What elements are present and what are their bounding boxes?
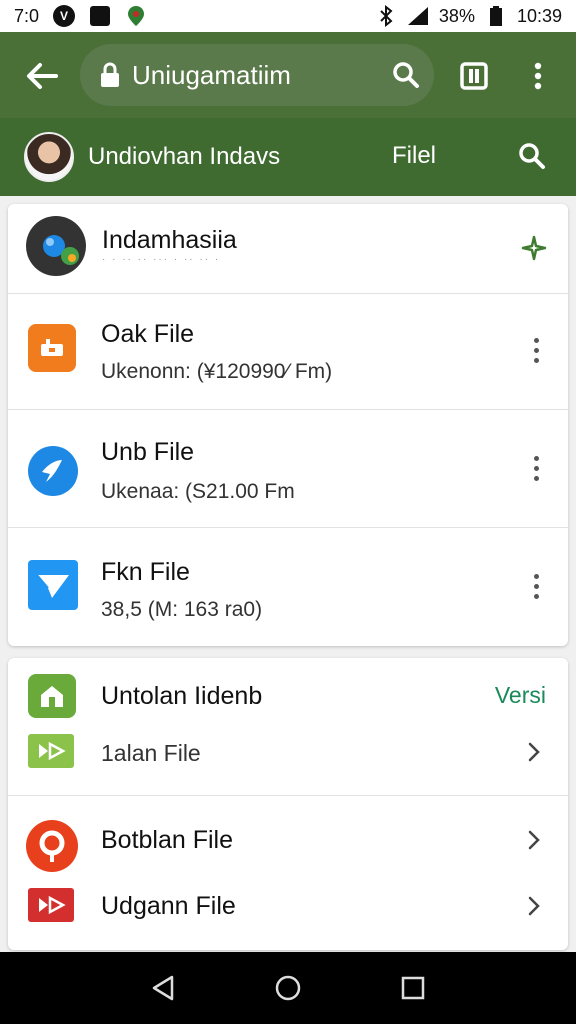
- section-items: Botblan File Udgann File: [8, 796, 568, 950]
- file-detail: Ukenaa: (S21.00 Fm: [101, 480, 295, 503]
- search-icon: [519, 143, 545, 169]
- chevron-right-icon[interactable]: [522, 894, 546, 918]
- square-recents-icon: [402, 976, 425, 1000]
- chevron-right-icon[interactable]: [522, 828, 546, 852]
- list-item[interactable]: Fkn File 38,5 (M: 163 ra0): [8, 528, 568, 646]
- browser-toolbar: Uniugamatiim: [0, 32, 576, 118]
- section-card: Untolan Iidenb Versi 1alan File Botblan …: [8, 658, 568, 950]
- item-name[interactable]: Botblan File: [101, 826, 233, 855]
- overflow-menu-button[interactable]: [518, 54, 558, 98]
- green-play-icon: [28, 734, 74, 768]
- location-icon: [125, 5, 147, 27]
- home-icon: [28, 674, 76, 718]
- blue-circle-icon: [28, 446, 78, 496]
- card-header-subtitle: · · ·· ·· ··· · ·· ·· ·: [102, 254, 221, 265]
- nav-recents-button[interactable]: [391, 966, 435, 1010]
- gallery-icon: [89, 5, 111, 27]
- signal-icon: [407, 5, 429, 27]
- app-bar: Uniugamatiim Undiovhan Indavs Filel: [0, 32, 576, 196]
- nav-home-button[interactable]: [266, 966, 310, 1010]
- item-menu-button[interactable]: [524, 328, 548, 372]
- item-menu-button[interactable]: [524, 564, 548, 608]
- lock-icon: [101, 62, 119, 87]
- tabs-icon: [460, 62, 488, 90]
- search-icon[interactable]: [392, 61, 420, 89]
- mail-icon: [28, 560, 78, 610]
- notification-icon: V: [53, 5, 76, 27]
- card-header-row[interactable]: Indamhasiia · · ·· ·· ··· · ·· ·· ·: [8, 204, 568, 294]
- chevron-right-icon[interactable]: [522, 740, 546, 764]
- item-name[interactable]: 1alan File: [101, 740, 201, 767]
- file-tab[interactable]: Filel: [392, 142, 436, 170]
- item-menu-button[interactable]: [524, 446, 548, 490]
- status-time: 7:0: [14, 5, 40, 26]
- battery-icon: [485, 5, 507, 27]
- status-clock: 10:39: [516, 5, 562, 26]
- back-button[interactable]: [20, 54, 64, 98]
- red-location-icon: [26, 820, 78, 872]
- orange-file-icon: [28, 324, 76, 372]
- file-name: Fkn File: [101, 558, 190, 586]
- file-detail: 38,5 (M: 163 ra0): [101, 598, 263, 621]
- status-bar: 7:0 V 38% 10:39: [0, 0, 576, 32]
- page-header: Undiovhan Indavs Filel: [0, 118, 576, 196]
- sparkle-icon[interactable]: [520, 234, 548, 262]
- circle-home-icon: [275, 975, 301, 1001]
- avatar[interactable]: [24, 132, 74, 182]
- card-header-title: Indamhasiia: [102, 226, 237, 254]
- file-name: Oak File: [101, 320, 195, 348]
- list-item[interactable]: Oak File Ukenonn: (¥120990∕ Fm): [8, 294, 568, 410]
- url-bar[interactable]: Uniugamatiim: [80, 44, 434, 106]
- bluetooth-icon: [375, 5, 397, 27]
- item-name[interactable]: Udgann File: [101, 892, 236, 921]
- globe-icon: [26, 216, 86, 276]
- triangle-back-icon: [152, 975, 173, 1001]
- page-title: Undiovhan Indavs: [88, 143, 281, 170]
- system-nav-bar: [0, 952, 576, 1024]
- page-search-button[interactable]: [512, 136, 552, 176]
- file-detail: Ukenonn: (¥120990∕ Fm): [101, 360, 333, 383]
- tabs-button[interactable]: [452, 54, 496, 98]
- files-card: Indamhasiia · · ·· ·· ··· · ·· ·· · Oak …: [8, 204, 568, 646]
- list-item[interactable]: Unb File Ukenaa: (S21.00 Fm: [8, 410, 568, 528]
- url-title: Uniugamatiim: [132, 59, 291, 90]
- version-link[interactable]: Versi: [495, 682, 546, 709]
- back-arrow-icon: [27, 63, 58, 89]
- section-title: Untolan Iidenb: [101, 682, 263, 710]
- red-play-icon: [28, 888, 74, 922]
- more-vert-icon: [534, 62, 542, 90]
- battery-percent: 38%: [438, 5, 475, 26]
- file-name: Unb File: [101, 438, 195, 466]
- nav-back-button[interactable]: [141, 966, 185, 1010]
- section-header-row: Untolan Iidenb Versi 1alan File: [8, 658, 568, 796]
